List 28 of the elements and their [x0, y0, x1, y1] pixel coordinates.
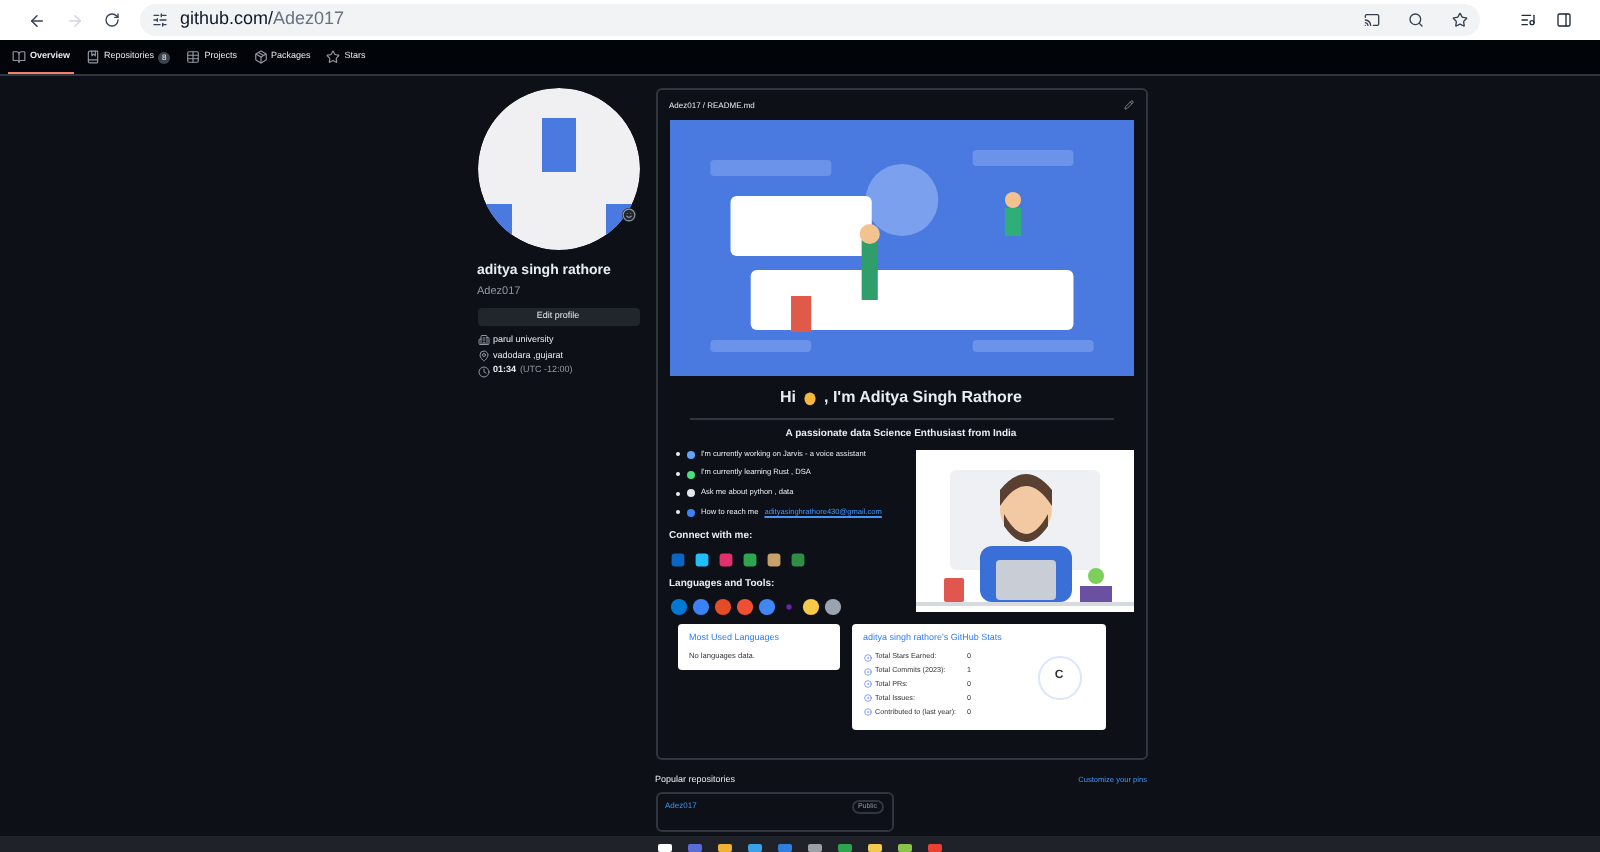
url-text: github.com/Adez017: [180, 6, 345, 33]
back-icon[interactable]: [28, 11, 46, 29]
pin-icon: [477, 349, 489, 362]
install-icon[interactable]: [1364, 12, 1380, 28]
taskbar-app-icon[interactable]: [718, 842, 732, 852]
repo-icon: [86, 50, 101, 64]
reload-icon[interactable]: [104, 12, 120, 28]
readme-heading: , I'm Aditya Singh Rathore: [824, 385, 1022, 409]
taskbar-app-icon[interactable]: [658, 842, 672, 852]
taskbar-app-icon[interactable]: [748, 842, 762, 852]
book-icon: [12, 50, 26, 64]
building-icon: [477, 334, 489, 347]
clock-icon: [477, 365, 489, 378]
taskbar-app-icon[interactable]: [898, 842, 912, 852]
taskbar-app-icon[interactable]: [808, 842, 822, 852]
media-icon[interactable]: [1520, 12, 1536, 28]
site-info-icon[interactable]: [152, 12, 168, 28]
readme-heading: Hi: [780, 385, 797, 409]
address-bar[interactable]: github.com/Adez017: [140, 4, 1480, 36]
sidebar-icon[interactable]: [1556, 12, 1572, 28]
edit-icon[interactable]: [1123, 100, 1133, 110]
package-icon: [253, 50, 268, 64]
avatar-icon: [477, 88, 639, 250]
bookmark-icon[interactable]: [1452, 12, 1468, 28]
star-icon: [326, 50, 341, 64]
zoom-icon[interactable]: [1408, 12, 1424, 28]
table-icon: [186, 50, 201, 64]
taskbar-app-icon[interactable]: [868, 842, 882, 852]
